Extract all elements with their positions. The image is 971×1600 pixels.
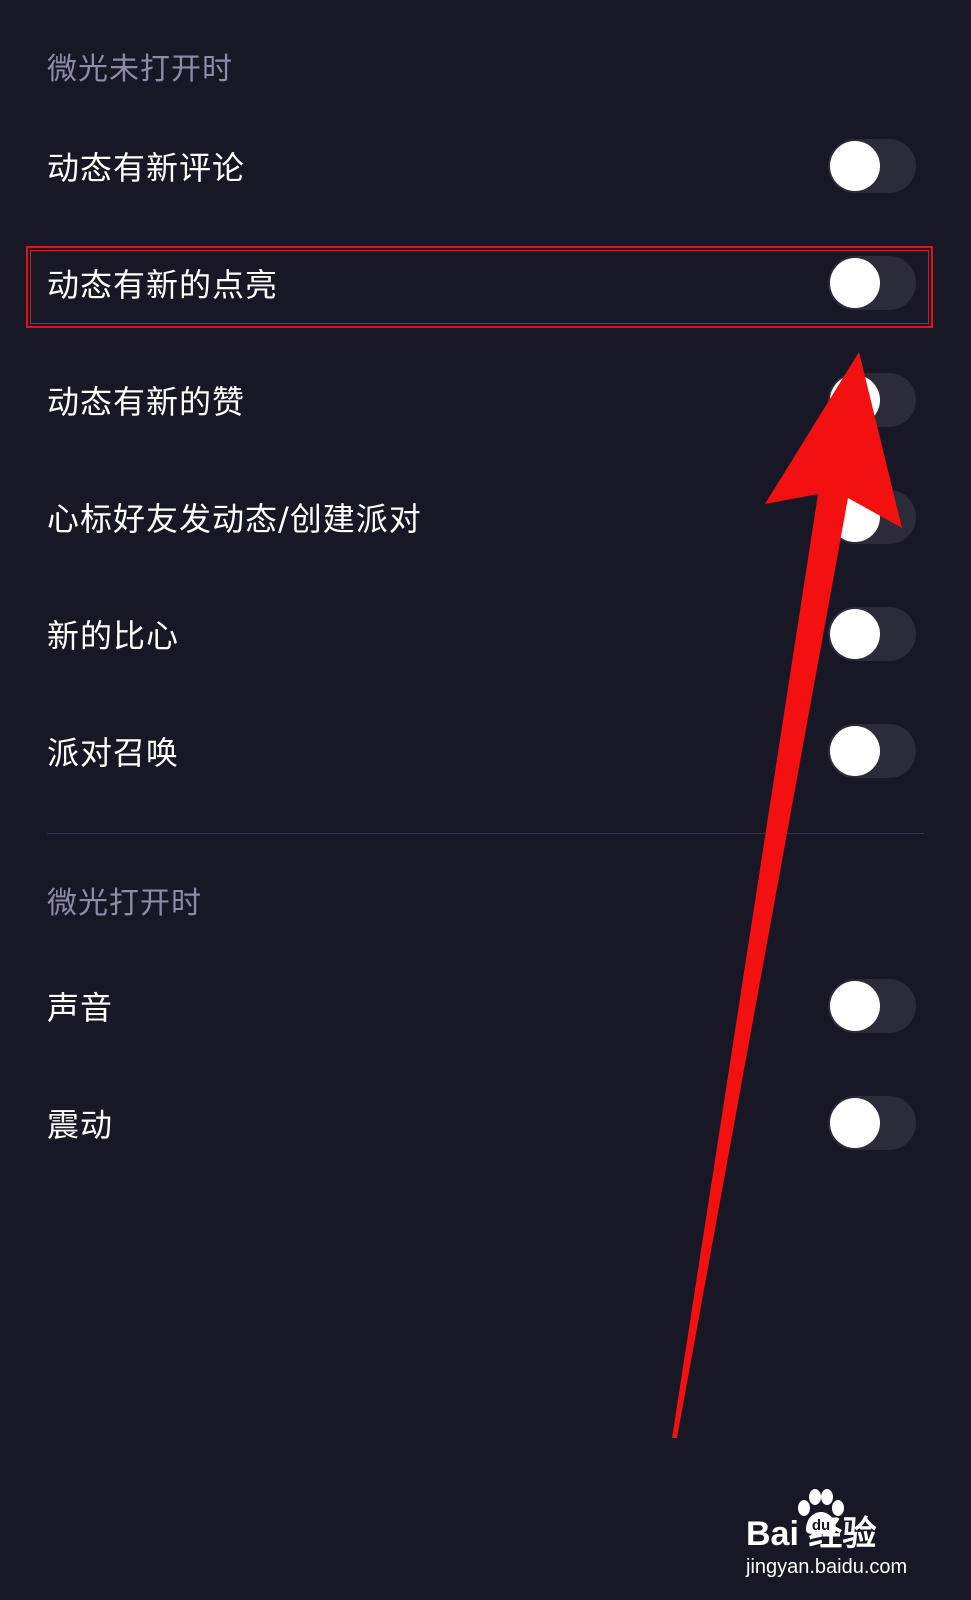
setting-label: 震动 — [47, 1106, 114, 1144]
setting-row-party-summon: 派对召唤 — [0, 701, 971, 801]
svg-text:du: du — [812, 1517, 830, 1534]
toggle-switch[interactable] — [828, 979, 916, 1033]
toggle-knob — [830, 258, 880, 308]
setting-row-starred-friend-post: 心标好友发动态/创建派对 — [0, 467, 971, 567]
toggle-knob — [830, 141, 880, 191]
toggle-knob — [830, 492, 880, 542]
toggle-switch[interactable] — [828, 724, 916, 778]
toggle-knob — [830, 609, 880, 659]
watermark-url: jingyan.baidu.com — [746, 1556, 908, 1578]
toggle-knob — [830, 981, 880, 1031]
setting-label: 动态有新的点亮 — [47, 266, 279, 304]
setting-row-sound: 声音 — [0, 956, 971, 1056]
setting-label: 新的比心 — [47, 617, 180, 655]
toggle-knob — [830, 1098, 880, 1148]
toggle-switch[interactable] — [828, 139, 916, 193]
setting-row-new-heart: 新的比心 — [0, 584, 971, 684]
setting-row-new-like: 动态有新的赞 — [0, 350, 971, 450]
setting-label: 动态有新的赞 — [47, 383, 246, 421]
setting-row-new-light: 动态有新的点亮 — [0, 233, 971, 333]
toggle-knob — [830, 375, 880, 425]
section-header-glow-on: 微光打开时 — [47, 886, 202, 921]
setting-label: 派对召唤 — [47, 734, 180, 772]
setting-row-new-comment: 动态有新评论 — [0, 116, 971, 216]
watermark: Bai 经验 du jingyan.baidu.com — [738, 1488, 958, 1588]
toggle-switch[interactable] — [828, 1096, 916, 1150]
setting-label: 动态有新评论 — [47, 149, 246, 187]
section-header-glow-off: 微光未打开时 — [47, 52, 233, 87]
toggle-switch[interactable] — [828, 607, 916, 661]
toggle-switch[interactable] — [828, 256, 916, 310]
toggle-switch[interactable] — [828, 490, 916, 544]
paw-icon: du — [798, 1489, 844, 1535]
section-divider — [47, 833, 924, 834]
setting-row-vibration: 震动 — [0, 1073, 971, 1173]
toggle-switch[interactable] — [828, 373, 916, 427]
setting-label: 心标好友发动态/创建派对 — [47, 500, 422, 538]
toggle-knob — [830, 726, 880, 776]
setting-label: 声音 — [47, 989, 114, 1027]
